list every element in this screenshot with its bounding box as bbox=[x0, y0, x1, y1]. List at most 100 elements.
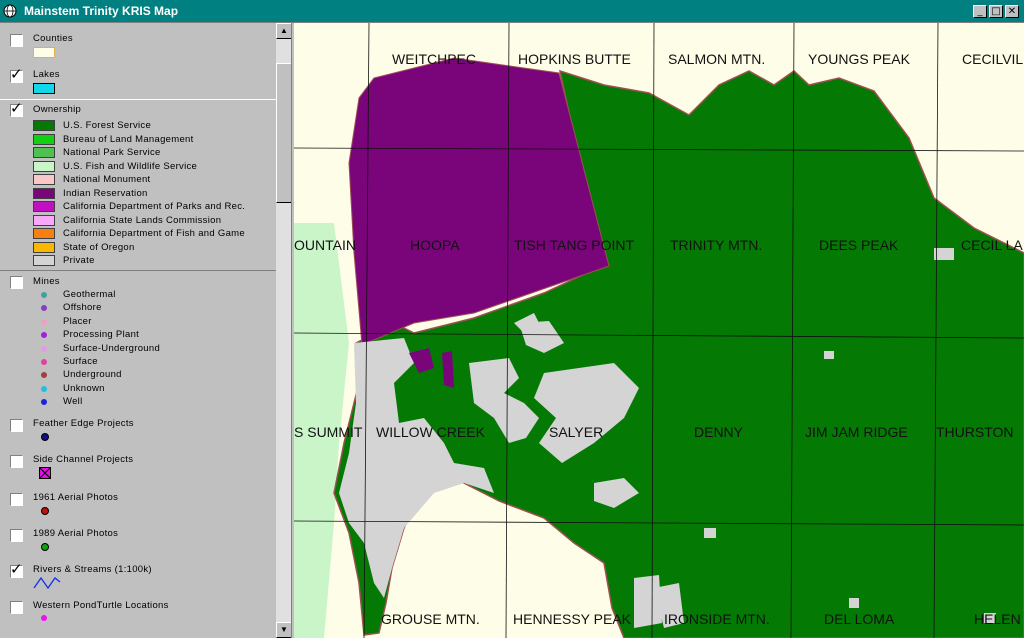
point-symbol-icon bbox=[41, 507, 49, 515]
point-symbol-icon bbox=[41, 433, 49, 441]
close-button[interactable]: ✕ bbox=[1005, 5, 1019, 18]
mines-checkbox[interactable] bbox=[10, 276, 23, 289]
quad-label: DEL LOMA bbox=[824, 611, 895, 627]
quad-label: TRINITY MTN. bbox=[670, 237, 763, 253]
point-symbol-icon bbox=[41, 372, 47, 379]
quad-label: YOUNGS PEAK bbox=[808, 51, 910, 67]
rivers-checkbox[interactable]: ✓ bbox=[10, 561, 23, 578]
legend-item-label: Processing Plant bbox=[63, 329, 140, 341]
quad-label: HELEN bbox=[974, 611, 1021, 627]
lakes-checkbox[interactable]: ✓ bbox=[10, 66, 23, 83]
counties-checkbox[interactable] bbox=[10, 34, 23, 47]
legend-item-label: Placer bbox=[63, 315, 92, 327]
window-title: Mainstem Trinity KRIS Map bbox=[24, 4, 179, 18]
quad-label: CECILVIL bbox=[962, 51, 1024, 67]
layer-label: Mines bbox=[33, 276, 60, 287]
layer-label: Rivers & Streams (1:100k) bbox=[33, 564, 152, 575]
layer-label: Counties bbox=[33, 33, 73, 44]
legend-item-label: Surface bbox=[63, 356, 98, 367]
layer-aerial-1989[interactable]: 1989 Aerial Photos bbox=[0, 526, 276, 556]
map-view[interactable]: WEITCHPEC HOPKINS BUTTE SALMON MTN. YOUN… bbox=[294, 23, 1024, 638]
point-symbol-icon bbox=[41, 385, 47, 392]
layer-ownership[interactable]: ✓ Ownership U.S. Forest Service Bureau of… bbox=[0, 99, 276, 271]
point-symbol-icon bbox=[41, 292, 47, 298]
legend-item-label: National Park Service bbox=[63, 147, 161, 158]
pondturtle-checkbox[interactable] bbox=[10, 601, 23, 614]
layer-label: 1989 Aerial Photos bbox=[33, 528, 119, 539]
quad-label: TISH TANG POINT bbox=[514, 237, 635, 253]
counties-swatch bbox=[33, 47, 55, 58]
color-swatch bbox=[33, 160, 55, 172]
layer-label: Side Channel Projects bbox=[33, 454, 134, 465]
maximize-button[interactable]: □ bbox=[989, 5, 1003, 18]
layer-label: Western PondTurtle Locations bbox=[33, 600, 169, 611]
minimize-button[interactable]: _ bbox=[973, 5, 987, 18]
layer-label: Ownership bbox=[33, 104, 82, 115]
color-swatch bbox=[33, 174, 55, 185]
legend-item-label: Indian Reservation bbox=[63, 187, 148, 199]
quad-label: HOPKINS BUTTE bbox=[518, 51, 631, 67]
layer-aerial-1961[interactable]: 1961 Aerial Photos bbox=[0, 490, 276, 520]
quad-label: IRONSIDE MTN. bbox=[664, 611, 770, 627]
quad-label: SALMON MTN. bbox=[668, 51, 766, 67]
layer-label: Feather Edge Projects bbox=[33, 418, 134, 429]
point-symbol-icon bbox=[41, 318, 47, 325]
layer-label: Lakes bbox=[33, 69, 60, 80]
legend-item-label: California Department of Parks and Rec. bbox=[63, 201, 246, 212]
quad-label: DEES PEAK bbox=[819, 237, 899, 253]
ownership-checkbox[interactable]: ✓ bbox=[10, 100, 23, 117]
feather-edge-checkbox[interactable] bbox=[10, 419, 23, 432]
color-swatch bbox=[33, 241, 55, 253]
scroll-up-arrow-icon[interactable]: ▲ bbox=[276, 23, 291, 39]
layer-pondturtle[interactable]: Western PondTurtle Locations bbox=[0, 598, 276, 628]
quad-label: JIM JAM RIDGE bbox=[805, 424, 908, 440]
stream-line-icon bbox=[33, 576, 61, 590]
quad-label: CECIL LA bbox=[961, 237, 1023, 253]
layer-feather-edge[interactable]: Feather Edge Projects bbox=[0, 416, 276, 446]
legend-item-label: National Monument bbox=[63, 174, 151, 185]
quad-label: WEITCHPEC bbox=[392, 51, 476, 67]
layer-mines[interactable]: Mines Geothermal Offshore Placer Processing… bbox=[0, 273, 276, 413]
point-symbol-icon bbox=[41, 615, 47, 621]
point-symbol-icon bbox=[41, 305, 47, 312]
layer-counties[interactable]: Counties bbox=[0, 31, 276, 61]
legend-item-label: Surface-Underground bbox=[63, 342, 161, 354]
layer-side-channel[interactable]: Side Channel Projects bbox=[0, 452, 276, 486]
quad-label: HENNESSY PEAK bbox=[513, 611, 632, 627]
point-symbol-icon bbox=[41, 345, 47, 352]
point-symbol-icon bbox=[41, 359, 47, 365]
legend-scrollbar[interactable]: ▲ ▼ bbox=[276, 23, 291, 638]
legend-item-label: Geothermal bbox=[63, 289, 116, 300]
aerial-1961-checkbox[interactable] bbox=[10, 493, 23, 506]
quad-label: HOOPA bbox=[410, 237, 460, 253]
map-canvas[interactable] bbox=[294, 23, 1024, 638]
legend-item-label: Unknown bbox=[63, 382, 105, 394]
layer-rivers[interactable]: ✓ Rivers & Streams (1:100k) bbox=[0, 561, 276, 592]
quad-label: GROUSE MTN. bbox=[381, 611, 480, 627]
layer-lakes[interactable]: ✓ Lakes bbox=[0, 66, 276, 97]
lakes-swatch bbox=[33, 83, 55, 94]
aerial-1989-checkbox[interactable] bbox=[10, 529, 23, 542]
crossed-box-icon bbox=[39, 467, 51, 479]
side-channel-checkbox[interactable] bbox=[10, 455, 23, 468]
quad-label: SALYER bbox=[549, 424, 604, 440]
color-swatch bbox=[33, 255, 55, 266]
scroll-down-arrow-icon[interactable]: ▼ bbox=[276, 622, 291, 638]
legend-item-label: California State Lands Commission bbox=[63, 214, 222, 226]
legend-item-label: California Department of Fish and Game bbox=[63, 228, 245, 239]
legend-item-label: Well bbox=[63, 396, 83, 408]
quad-label: WILLOW CREEK bbox=[376, 424, 485, 440]
quad-label: DENNY bbox=[694, 424, 744, 440]
legend-item-label: U.S. Fish and Wildlife Service bbox=[63, 160, 198, 172]
legend-item-label: Offshore bbox=[63, 302, 102, 314]
quad-label: OUNTAIN bbox=[294, 237, 356, 253]
color-swatch bbox=[33, 228, 55, 239]
scroll-thumb[interactable] bbox=[276, 63, 291, 203]
legend-item-label: State of Oregon bbox=[63, 241, 135, 253]
color-swatch bbox=[33, 133, 55, 145]
color-swatch bbox=[33, 147, 55, 158]
color-swatch bbox=[33, 214, 55, 226]
color-swatch bbox=[33, 187, 55, 199]
quad-label: S SUMMIT bbox=[294, 424, 363, 440]
window-titlebar: Mainstem Trinity KRIS Map _ □ ✕ bbox=[0, 0, 1024, 23]
